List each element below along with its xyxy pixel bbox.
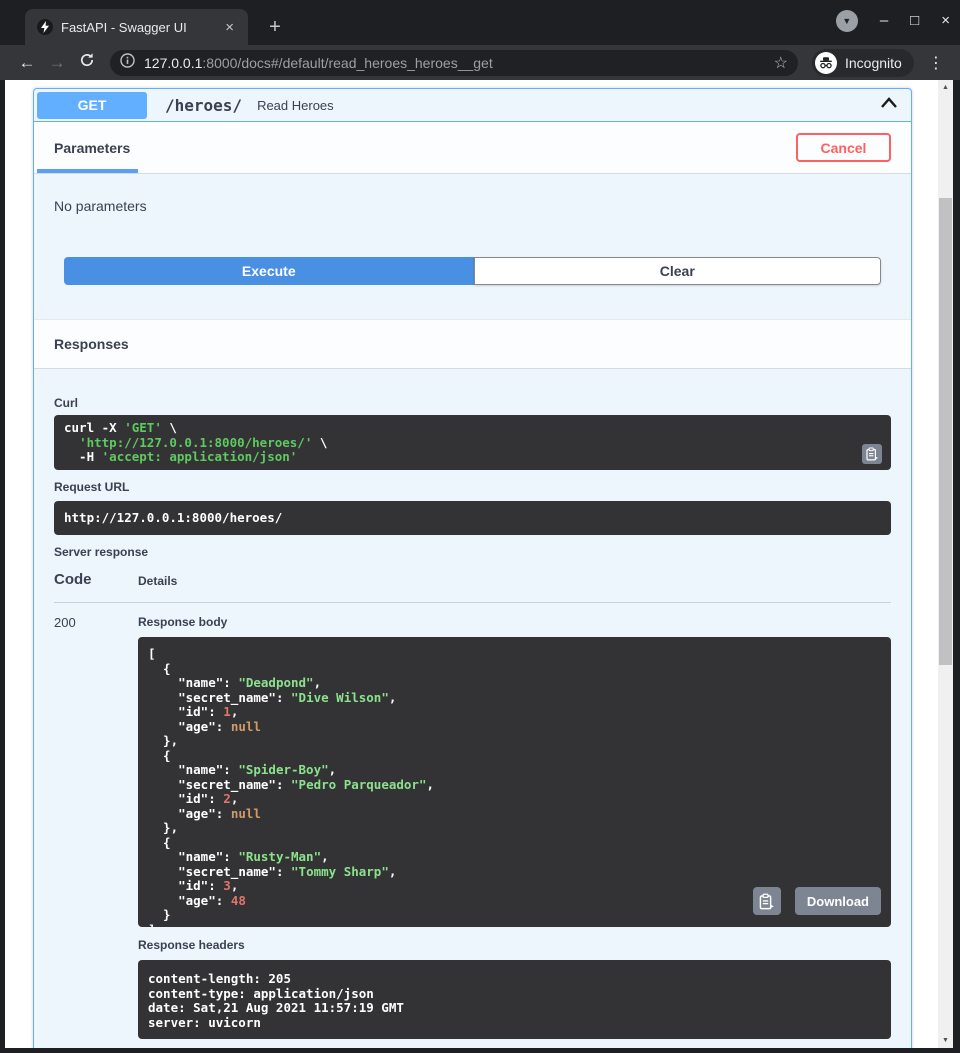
tab-parameters[interactable]: Parameters — [54, 140, 796, 156]
forward-icon[interactable]: → — [42, 53, 72, 73]
response-body-label: Response body — [138, 615, 891, 629]
maximize-button[interactable]: □ — [910, 10, 919, 32]
curl-label: Curl — [54, 396, 891, 410]
browser-menu-icon[interactable]: ⋮ — [926, 53, 946, 73]
responses-table-head: Code Details — [54, 571, 891, 603]
browser-titlebar: FastAPI - Swagger UI × + ▼ – □ × — [0, 0, 960, 45]
url-path: :8000/docs#/default/read_heroes_heroes__… — [202, 55, 492, 71]
browser-toolbar: ← → 127.0.0.1:8000/docs#/default/read_he… — [0, 45, 960, 80]
code-column-header: Code — [54, 571, 138, 588]
reload-icon[interactable] — [72, 52, 102, 73]
tab-title: FastAPI - Swagger UI — [61, 20, 219, 35]
server-response-label: Server response — [54, 545, 891, 559]
copy-response-button[interactable] — [753, 887, 781, 915]
request-url-label: Request URL — [54, 480, 891, 494]
request-url-value: http://127.0.0.1:8000/heroes/ — [54, 501, 891, 535]
execute-row: Execute Clear — [64, 257, 881, 285]
copy-curl-button[interactable] — [862, 444, 882, 464]
response-headers-label: Response headers — [138, 938, 891, 952]
url-host: 127.0.0.1 — [144, 55, 202, 71]
scroll-down-icon[interactable]: ▼ — [938, 1033, 953, 1048]
response-body-json: [ { "name": "Deadpond", "secret_name": "… — [138, 637, 891, 927]
swagger-page: GET /heroes/ Read Heroes Parameters Canc… — [5, 80, 953, 1048]
collapse-chevron-icon[interactable] — [879, 95, 899, 116]
http-method-badge: GET — [37, 92, 147, 119]
tab-close-icon[interactable]: × — [219, 19, 240, 36]
no-parameters-text: No parameters — [34, 174, 911, 214]
site-info-icon[interactable] — [120, 53, 135, 73]
incognito-badge: Incognito — [812, 49, 914, 77]
url-text[interactable]: 127.0.0.1:8000/docs#/default/read_heroes… — [144, 55, 766, 71]
incognito-label: Incognito — [845, 55, 902, 71]
active-tab-indicator — [37, 169, 138, 173]
endpoint-path: /heroes/ — [165, 96, 242, 115]
incognito-spy-icon — [815, 52, 837, 74]
clear-button[interactable]: Clear — [474, 257, 881, 285]
bookmark-star-icon[interactable]: ☆ — [766, 53, 788, 73]
response-row-200: 200 Response body [ { "name": "Deadpond"… — [54, 615, 891, 1039]
response-headers-block: content-length: 205content-type: applica… — [138, 960, 891, 1039]
opblock-get-heroes: GET /heroes/ Read Heroes Parameters Canc… — [33, 88, 912, 1048]
details-column-header: Details — [138, 571, 177, 588]
scrollbar-thumb[interactable] — [939, 198, 952, 665]
tab-search-icon[interactable]: ▼ — [836, 10, 858, 32]
responses-title: Responses — [54, 336, 129, 352]
browser-tab[interactable]: FastAPI - Swagger UI × — [25, 9, 248, 45]
page-scrollbar[interactable]: ▲ ▼ — [938, 80, 953, 1048]
scroll-up-icon[interactable]: ▲ — [938, 80, 953, 95]
fastapi-favicon-icon — [37, 19, 53, 35]
status-code: 200 — [54, 615, 138, 1039]
opblock-header[interactable]: GET /heroes/ Read Heroes — [34, 89, 911, 122]
close-button[interactable]: × — [941, 10, 950, 32]
cancel-button[interactable]: Cancel — [796, 133, 891, 162]
url-bar[interactable]: 127.0.0.1:8000/docs#/default/read_heroes… — [110, 50, 798, 76]
download-button[interactable]: Download — [795, 887, 881, 915]
responses-body: Curl curl -X 'GET' \ 'http://127.0.0.1:8… — [34, 369, 911, 1048]
minimize-button[interactable]: – — [880, 10, 888, 32]
endpoint-summary: Read Heroes — [257, 98, 879, 113]
browser-window: FastAPI - Swagger UI × + ▼ – □ × ← → 127… — [0, 0, 960, 1053]
curl-command: curl -X 'GET' \ 'http://127.0.0.1:8000/h… — [54, 415, 891, 470]
back-icon[interactable]: ← — [12, 53, 42, 73]
parameters-header: Parameters Cancel — [34, 122, 911, 174]
new-tab-button[interactable]: + — [262, 14, 288, 40]
responses-header: Responses — [34, 319, 911, 369]
execute-button[interactable]: Execute — [64, 257, 474, 285]
